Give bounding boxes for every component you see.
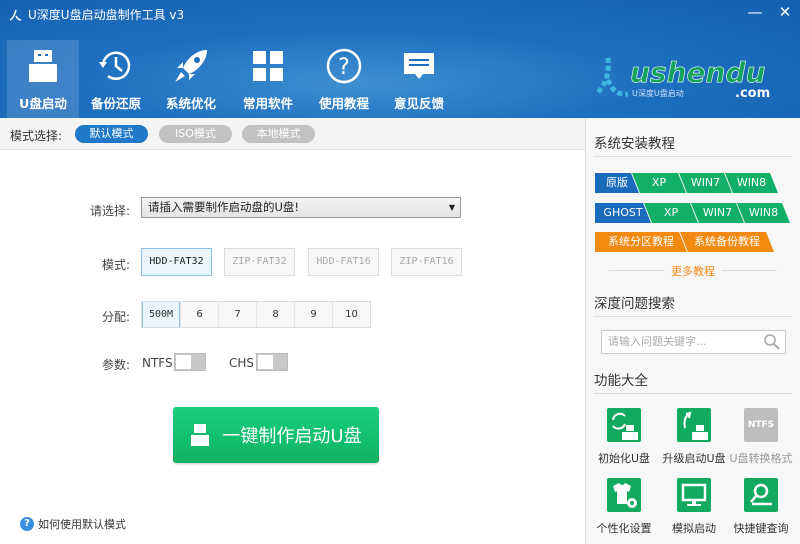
grid-apps-icon (253, 51, 283, 81)
nav-system-optimize[interactable]: 系统优化 (155, 40, 227, 118)
func-label: 快捷键查询 (733, 522, 789, 535)
hotkey-lookup-button[interactable]: 快捷键查询 (726, 478, 796, 536)
header: U深度U盘启动盘制作工具 v3 — ✕ U盘启动 备份还原 系统优化 常用软件 … (0, 0, 800, 118)
init-usb-icon (607, 408, 641, 442)
format-zip-fat16[interactable]: ZIP-FAT16 (391, 248, 462, 276)
tag-win7[interactable]: WIN7 (679, 173, 732, 193)
select-value: 请插入需要制作启动盘的U盘! (148, 200, 300, 214)
search-icon[interactable] (763, 333, 781, 351)
nav-label: U盘启动 (19, 96, 67, 111)
format-hdd-fat32[interactable]: HDD-FAT32 (141, 248, 212, 276)
tag-backup-tutorial[interactable]: 系统备份教程 (680, 232, 774, 252)
nav-label: 使用教程 (318, 96, 369, 111)
func-label: U盘转换格式 (729, 452, 793, 465)
alloc-option[interactable]: 10 (332, 302, 370, 327)
nav-label: 备份还原 (90, 96, 141, 111)
mode-bar: 模式选择: 默认模式 ISO模式 本地模式 (0, 118, 585, 150)
mode-default-button[interactable]: 默认模式 (75, 125, 148, 143)
nav-backup-restore[interactable]: 备份还原 (80, 40, 152, 118)
personalize-icon (607, 478, 641, 512)
usb-drive-select[interactable]: 请插入需要制作启动盘的U盘! ▼ (141, 197, 461, 218)
make-button-label: 一键制作启动U盘 (222, 426, 362, 447)
mode-label: 模式选择: (10, 129, 63, 143)
func-label: 模拟启动 (672, 522, 716, 535)
help-link[interactable]: ? 如何使用默认模式 (20, 516, 126, 532)
close-button[interactable]: ✕ (770, 0, 800, 24)
nav-usb-boot[interactable]: U盘启动 (7, 40, 79, 118)
question-icon: ? (20, 517, 34, 531)
ntfs-toggle[interactable] (174, 353, 206, 371)
nav-tutorial[interactable]: ? 使用教程 (308, 40, 380, 118)
format-hdd-fat16[interactable]: HDD-FAT16 (308, 248, 379, 276)
alloc-option[interactable]: 9 (294, 302, 332, 327)
dropdown-arrow-icon: ▼ (448, 203, 455, 212)
alloc-option[interactable]: 7 (218, 302, 256, 327)
app-logo-icon (9, 9, 22, 21)
mode-format-label: 模式: (102, 258, 131, 272)
simulate-boot-button[interactable]: 模拟启动 (659, 478, 729, 536)
window-title: U深度U盘启动盘制作工具 v3 (8, 6, 184, 23)
func-label: 升级启动U盘 (662, 452, 726, 465)
right-panel: 系统安装教程 原版 XP WIN7 WIN8 GHOST XP WIN7 WIN… (585, 118, 800, 544)
func-label: 初始化U盘 (597, 452, 651, 465)
features-title: 功能大全 (594, 373, 648, 389)
nav-common-software[interactable]: 常用软件 (232, 40, 304, 118)
personalize-button[interactable]: 个性化设置 (589, 478, 659, 536)
select-label: 请选择: (90, 204, 131, 218)
minimize-button[interactable]: — (740, 0, 770, 24)
tag-partition-tutorial[interactable]: 系统分区教程 (595, 232, 687, 252)
alloc-label: 分配: (102, 310, 131, 324)
nav-label: 常用软件 (242, 96, 293, 111)
chs-label: CHS (229, 356, 255, 370)
chs-toggle[interactable] (256, 353, 288, 371)
svg-text:?: ? (338, 55, 350, 80)
alloc-segmented: 500M 6 7 8 9 10 (141, 301, 371, 328)
upgrade-usb-button[interactable]: 升级启动U盘 (659, 408, 729, 466)
more-tutorials-link[interactable]: 更多教程 (594, 263, 792, 279)
search-placeholder: 请输入问题关键字... (608, 335, 707, 348)
mode-local-button[interactable]: 本地模式 (242, 125, 315, 143)
svg-text:.com: .com (735, 86, 770, 100)
nav-label: 系统优化 (165, 96, 216, 111)
tag-xp[interactable]: XP (644, 203, 698, 223)
tag-win7[interactable]: WIN7 (691, 203, 744, 223)
alloc-option[interactable]: 6 (180, 302, 218, 327)
install-tutorial-title: 系统安装教程 (594, 136, 675, 152)
hotkey-search-icon (744, 478, 778, 512)
question-search-input[interactable]: 请输入问题关键字... (601, 330, 786, 354)
format-zip-fat32[interactable]: ZIP-FAT32 (224, 248, 295, 276)
nav-label: 意见反馈 (393, 96, 444, 111)
chat-bubble-icon (404, 53, 434, 79)
tag-original[interactable]: 原版 (595, 173, 639, 193)
svg-text:U深度U盘启动: U深度U盘启动 (632, 88, 684, 98)
help-circle-icon: ? (326, 48, 362, 84)
usb-format-convert-button[interactable]: NTFS U盘转换格式 (726, 408, 796, 466)
usb-drive-icon (191, 424, 210, 446)
search-title: 深度问题搜索 (594, 296, 675, 312)
rocket-icon (175, 50, 207, 82)
func-label: 个性化设置 (596, 522, 652, 535)
tag-win8[interactable]: WIN8 (725, 173, 778, 193)
history-clock-icon (99, 51, 131, 80)
upgrade-usb-icon (677, 408, 711, 442)
tag-win8[interactable]: WIN8 (737, 203, 790, 223)
tag-xp[interactable]: XP (632, 173, 686, 193)
alloc-option[interactable]: 8 (256, 302, 294, 327)
init-usb-button[interactable]: 初始化U盘 (589, 408, 659, 466)
help-link-text: 如何使用默认模式 (38, 518, 126, 531)
param-label: 参数: (102, 358, 131, 372)
svg-text:ushendu: ushendu (630, 56, 766, 89)
ntfs-label: NTFS (142, 356, 173, 370)
tag-ghost[interactable]: GHOST (595, 203, 651, 223)
alloc-option[interactable]: 500M (142, 302, 180, 327)
usb-drive-icon (29, 50, 57, 82)
make-bootable-usb-button[interactable]: 一键制作启动U盘 (173, 407, 379, 463)
mode-iso-button[interactable]: ISO模式 (159, 125, 232, 143)
monitor-icon (677, 478, 711, 512)
ntfs-convert-icon: NTFS (744, 408, 778, 442)
ushendu-logo: ushendu .com U深度U盘启动 (596, 56, 770, 100)
nav-feedback[interactable]: 意见反馈 (383, 40, 455, 118)
